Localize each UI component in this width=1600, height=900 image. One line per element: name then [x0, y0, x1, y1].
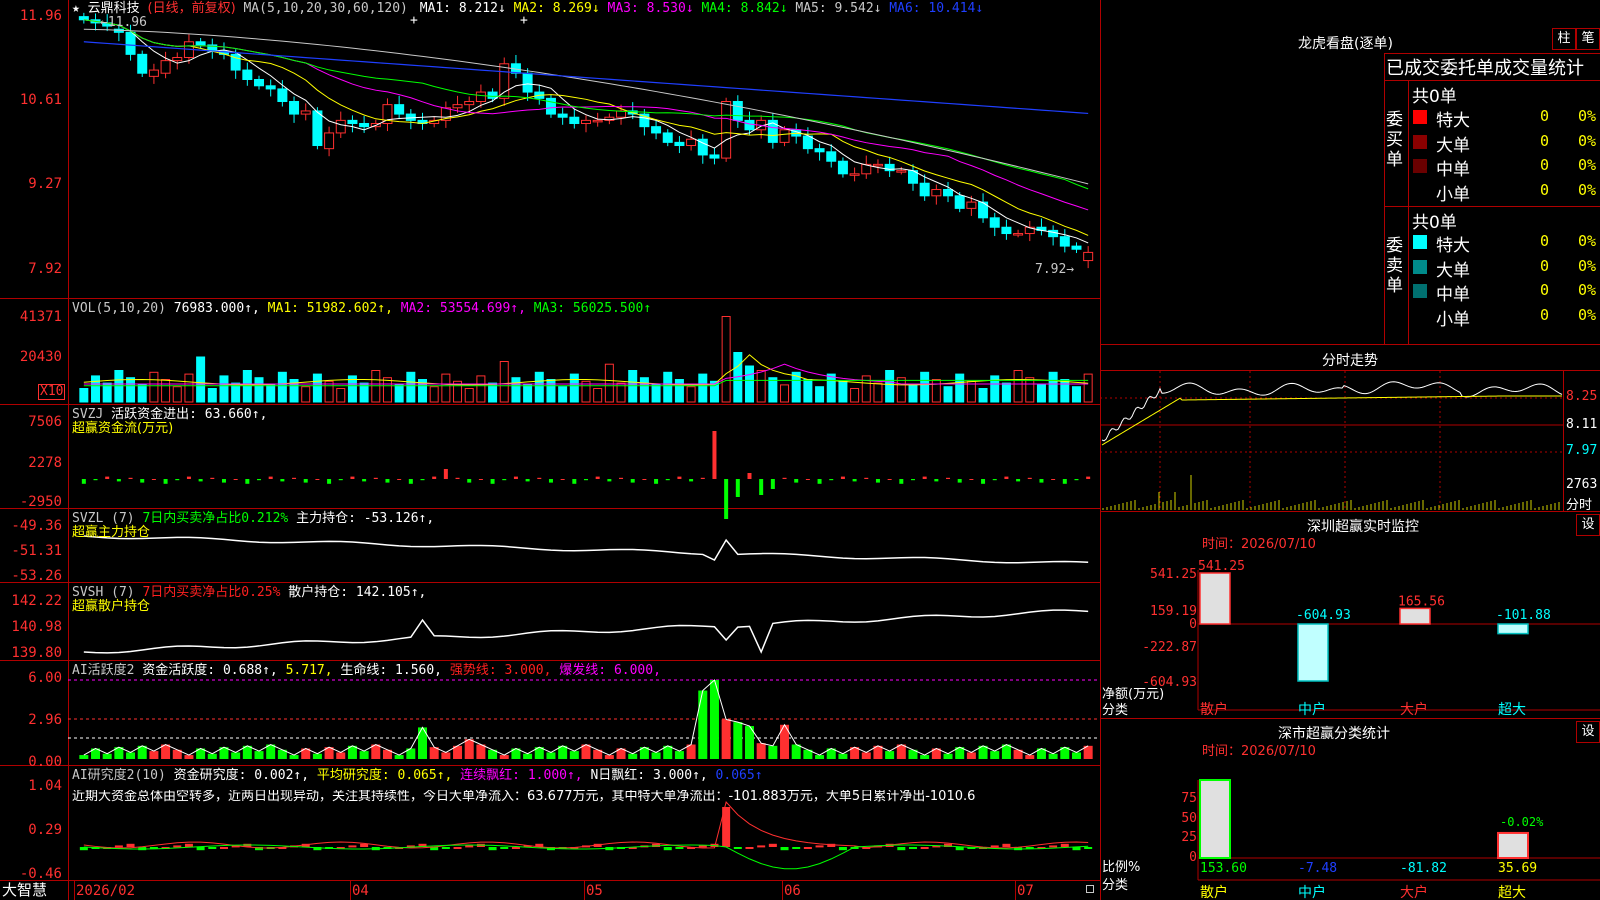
stat-value-label: -7.48	[1298, 861, 1337, 876]
stat-value-label: 35.69	[1498, 861, 1537, 876]
stat-category-label: 散户	[1200, 884, 1228, 900]
stat-category-label: 大户	[1400, 884, 1428, 900]
stat-bar	[1199, 779, 1231, 859]
stat-category-label: 中户	[1298, 884, 1326, 900]
stat-bar-chart: 153.60 散户 -7.48 中户 -81.82 大户 35.69 超大 -0.02%	[1197, 779, 1600, 900]
stat-note-label: -0.02%	[1500, 815, 1544, 829]
stat-category-label: 超大	[1498, 885, 1526, 900]
stat-value-label: 153.60	[1200, 861, 1247, 876]
stat-bar	[1497, 831, 1529, 859]
stat-value-label: -81.82	[1400, 861, 1447, 876]
